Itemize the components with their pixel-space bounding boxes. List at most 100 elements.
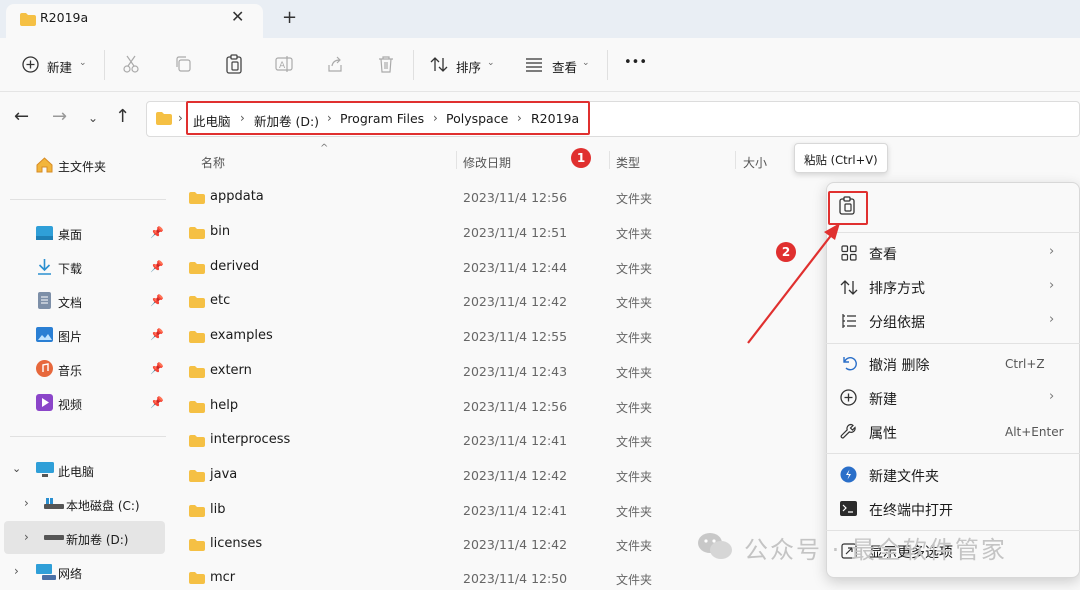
watermark-text: 公众号 · 最全软件管家 — [744, 536, 1007, 564]
video-icon — [36, 394, 53, 411]
column-header-date[interactable]: 修改日期 — [463, 154, 511, 171]
file-type: 文件夹 — [616, 435, 653, 449]
sidebar-item-downloads[interactable]: 下载 📌 — [30, 254, 170, 280]
menu-item-label: 分组依据 — [869, 315, 925, 331]
pin-icon[interactable]: 📌 — [150, 294, 164, 307]
breadcrumb-item[interactable]: 此电脑 — [193, 111, 231, 130]
sidebar-divider — [10, 199, 166, 200]
sidebar-item-label: 下载 — [58, 262, 83, 276]
file-date: 2023/11/4 12:55 — [463, 329, 568, 344]
table-row[interactable]: extern 2023/11/4 12:43 文件夹 — [180, 358, 820, 386]
folder-icon — [189, 435, 205, 447]
breadcrumb-item[interactable]: 新加卷 (D:) — [254, 111, 319, 130]
close-icon[interactable]: ✕ — [231, 9, 244, 25]
column-divider[interactable] — [456, 151, 457, 169]
chevron-right-icon[interactable]: › — [24, 530, 29, 544]
chevron-right-icon[interactable]: › — [14, 564, 19, 578]
view-button[interactable]: 查看 ⌄ — [518, 50, 598, 80]
breadcrumb-item[interactable]: Polyspace — [446, 111, 508, 126]
sidebar-item-videos[interactable]: 视频 📌 — [30, 390, 170, 416]
sidebar-item-drive-d[interactable]: › 新加卷 (D:) — [4, 521, 165, 554]
file-name: help — [210, 398, 239, 413]
breadcrumb-item[interactable]: Program Files — [340, 111, 424, 126]
column-divider[interactable] — [609, 151, 610, 169]
table-row[interactable]: appdata 2023/11/4 12:56 文件夹 — [180, 184, 820, 212]
share-icon[interactable] — [326, 55, 344, 73]
file-name: mcr — [210, 570, 236, 585]
table-row[interactable]: lib 2023/11/4 12:41 文件夹 — [180, 497, 820, 525]
new-tab-button[interactable]: + — [282, 9, 297, 27]
file-name: interprocess — [210, 432, 291, 447]
menu-item-open-in-terminal[interactable]: 在终端中打开 — [830, 494, 1076, 524]
table-row[interactable]: help 2023/11/4 12:56 文件夹 — [180, 393, 820, 421]
menu-item-properties[interactable]: 属性 Alt+Enter — [830, 417, 1076, 447]
breadcrumb-item[interactable]: R2019a — [531, 111, 579, 126]
table-row[interactable]: bin 2023/11/4 12:51 文件夹 — [180, 219, 820, 247]
column-header-type[interactable]: 类型 — [616, 154, 640, 171]
pin-icon[interactable]: 📌 — [150, 226, 164, 239]
paste-icon[interactable] — [225, 54, 243, 74]
cut-icon[interactable] — [122, 55, 140, 73]
menu-item-label: 新建 — [869, 392, 897, 408]
column-header-name[interactable]: 名称 — [201, 154, 225, 171]
column-header-size[interactable]: 大小 — [743, 154, 767, 171]
menu-divider — [826, 232, 1080, 233]
table-row[interactable]: java 2023/11/4 12:42 文件夹 — [180, 462, 820, 490]
menu-item-label: 撤消 删除 — [869, 358, 930, 374]
sidebar-divider — [10, 436, 166, 437]
menu-item-new[interactable]: 新建 › — [830, 383, 1076, 413]
copy-icon[interactable] — [174, 55, 192, 73]
table-row[interactable]: etc 2023/11/4 12:42 文件夹 — [180, 288, 820, 316]
folder-icon — [189, 296, 205, 308]
breadcrumb-chevron-icon: › — [517, 111, 522, 125]
menu-item-sort-by[interactable]: 排序方式 › — [830, 272, 1076, 302]
terminal-icon — [840, 501, 857, 516]
back-arrow-icon[interactable]: ← — [14, 108, 29, 126]
pin-icon[interactable]: 📌 — [150, 396, 164, 409]
file-type: 文件夹 — [616, 573, 653, 587]
sort-button[interactable]: 排序 ⌄ — [424, 50, 504, 80]
sidebar-item-music[interactable]: 音乐 📌 — [30, 356, 170, 382]
wechat-logo-icon — [698, 533, 732, 559]
table-row[interactable]: interprocess 2023/11/4 12:41 文件夹 — [180, 427, 820, 455]
chevron-down-icon[interactable]: ⌄ — [12, 462, 21, 475]
chevron-right-icon[interactable]: › — [24, 496, 29, 510]
sidebar-item-label: 网络 — [58, 567, 83, 581]
sidebar-item-documents[interactable]: 文档 📌 — [30, 288, 170, 314]
sidebar-item-network[interactable]: › 网络 — [4, 559, 170, 585]
table-row[interactable]: derived 2023/11/4 12:44 文件夹 — [180, 254, 820, 282]
new-button[interactable]: 新建 ⌄ — [14, 50, 94, 80]
delete-icon[interactable] — [377, 55, 395, 73]
annotation-arrow-icon — [747, 223, 840, 344]
sidebar-item-desktop[interactable]: 桌面 📌 — [30, 220, 170, 246]
table-row[interactable]: mcr 2023/11/4 12:50 文件夹 — [180, 562, 820, 590]
pin-icon[interactable]: 📌 — [150, 260, 164, 273]
folder-icon — [189, 539, 205, 551]
pin-icon[interactable]: 📌 — [150, 328, 164, 341]
pin-icon[interactable]: 📌 — [150, 362, 164, 375]
more-icon[interactable]: ••• — [624, 55, 647, 70]
download-icon — [38, 259, 51, 275]
rename-icon[interactable]: A — [275, 55, 293, 73]
tab-title: R2019a — [40, 10, 89, 25]
table-row[interactable]: examples 2023/11/4 12:55 文件夹 — [180, 323, 820, 351]
menu-item-label: 新建文件夹 — [869, 469, 939, 485]
sidebar-item-label: 视频 — [58, 398, 83, 412]
menu-item-group-by[interactable]: 分组依据 › — [830, 306, 1076, 336]
up-arrow-icon[interactable]: ↑ — [115, 108, 130, 126]
sidebar-item-pictures[interactable]: 图片 📌 — [30, 322, 170, 348]
column-divider[interactable] — [735, 151, 736, 169]
breadcrumb-chevron-icon: › — [327, 111, 332, 125]
menu-item-new-folder[interactable]: 新建文件夹 — [830, 460, 1076, 490]
new-button-label: 新建 — [47, 60, 73, 75]
sidebar-item-this-pc[interactable]: ⌄ 此电脑 — [4, 457, 170, 483]
sidebar-item-drive-c[interactable]: › 本地磁盘 (C:) — [4, 491, 170, 517]
folder-icon — [189, 192, 205, 204]
menu-item-view[interactable]: 查看 › — [830, 238, 1076, 268]
forward-arrow-icon[interactable]: → — [52, 108, 67, 126]
recent-locations-chevron-icon[interactable]: ⌄ — [88, 111, 98, 125]
menu-item-undo-delete[interactable]: 撤消 删除 Ctrl+Z — [830, 349, 1076, 379]
sidebar-item-home[interactable]: 主文件夹 — [30, 152, 170, 178]
file-date: 2023/11/4 12:56 — [463, 399, 568, 414]
menu-item-label: 排序方式 — [869, 281, 925, 297]
